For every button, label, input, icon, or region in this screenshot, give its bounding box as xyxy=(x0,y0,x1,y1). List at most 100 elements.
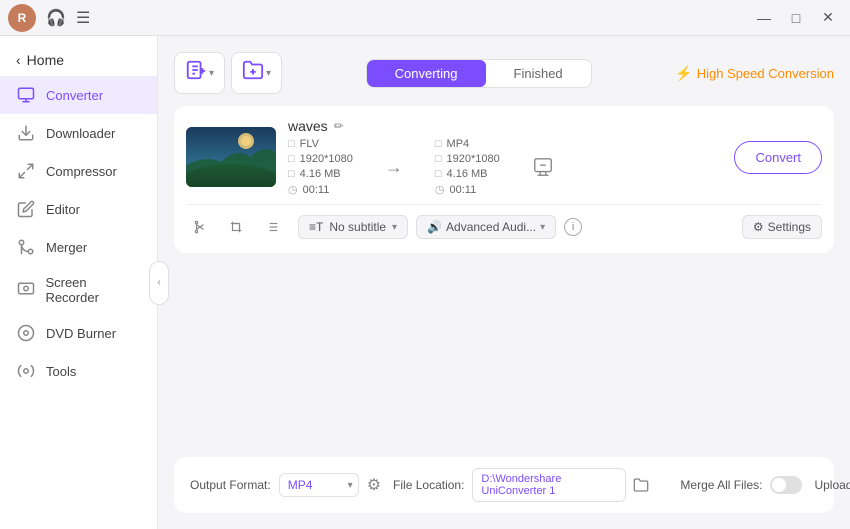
size-icon: □ xyxy=(288,168,295,180)
sidebar-item-screen-recorder[interactable]: Screen Recorder xyxy=(0,266,157,314)
sidebar-item-label: Compressor xyxy=(46,164,117,179)
file-name-row: waves ✏ xyxy=(288,118,722,134)
target-meta: □ MP4 □ 1920*1080 □ 4.16 MB xyxy=(435,138,500,196)
sidebar-item-tools[interactable]: Tools xyxy=(0,352,157,390)
titlebar-icons: R 🎧 ☰ xyxy=(8,4,90,32)
sidebar-collapse-button[interactable]: ‹ xyxy=(149,261,169,305)
target-format: MP4 xyxy=(447,138,470,150)
file-card: waves ✏ □ FLV □ 1920*1080 xyxy=(174,106,834,253)
source-resolution-row: □ 1920*1080 xyxy=(288,153,353,165)
browse-folder-button[interactable] xyxy=(630,472,652,498)
add-folder-button[interactable]: ▾ xyxy=(231,52,282,94)
audio-chevron-icon: ▾ xyxy=(540,222,545,233)
source-format-row: □ FLV xyxy=(288,138,353,150)
settings-label: Settings xyxy=(768,220,811,234)
audio-label: Advanced Audi... xyxy=(446,220,536,234)
subtitle-chevron-icon: ▾ xyxy=(392,222,397,233)
tools-icon xyxy=(16,361,36,381)
back-arrow-icon: ‹ xyxy=(16,52,21,68)
screen-recorder-icon xyxy=(16,280,35,300)
format-settings-icon[interactable] xyxy=(532,156,554,178)
sidebar: ‹ Home Converter Downloader Compressor xyxy=(0,36,158,529)
toolbar-center: Converting Finished xyxy=(292,59,665,88)
resolution-icon: □ xyxy=(288,153,295,165)
convert-button[interactable]: Convert xyxy=(734,141,822,174)
duration-icon: ◷ xyxy=(288,183,298,196)
audio-select[interactable]: 🔊 Advanced Audi... ▾ xyxy=(416,215,556,239)
merge-all-label: Merge All Files: xyxy=(680,478,762,492)
minimize-button[interactable]: — xyxy=(750,4,778,32)
sidebar-item-merger[interactable]: Merger xyxy=(0,228,157,266)
effects-icon-button[interactable] xyxy=(258,213,286,241)
sidebar-item-compressor[interactable]: Compressor xyxy=(0,152,157,190)
subtitle-label: No subtitle xyxy=(329,220,386,234)
maximize-button[interactable]: □ xyxy=(782,4,810,32)
file-name: waves xyxy=(288,118,328,134)
editor-icon xyxy=(16,199,36,219)
output-format-select-wrapper: MP4 MOV AVI MKV ▾ xyxy=(279,473,359,497)
upload-cloud-label: Upload to Cloud xyxy=(814,478,850,492)
tab-group: Converting Finished xyxy=(366,59,592,88)
settings-button[interactable]: ⚙ Settings xyxy=(742,215,822,239)
target-duration-row: ◷ 00:11 xyxy=(435,183,500,196)
file-location-field: File Location: D:\Wondershare UniConvert… xyxy=(393,468,652,502)
target-size-icon: □ xyxy=(435,168,442,180)
tab-finished[interactable]: Finished xyxy=(486,60,591,87)
bottom-bar: Output Format: MP4 MOV AVI MKV ▾ ⚙ File … xyxy=(174,457,834,513)
audio-icon: 🔊 xyxy=(427,220,442,234)
target-duration-icon: ◷ xyxy=(435,183,445,196)
crop-icon-button[interactable] xyxy=(222,213,250,241)
add-file-button[interactable]: ▾ xyxy=(174,52,225,94)
compressor-icon xyxy=(16,161,36,181)
add-file-icon xyxy=(185,59,207,87)
sidebar-item-label: Converter xyxy=(46,88,103,103)
target-size: 4.16 MB xyxy=(447,168,488,180)
subtitle-select[interactable]: ≡T No subtitle ▾ xyxy=(298,215,408,239)
main-content: ▾ ▾ Converting Finished ⚡ High Speed Con… xyxy=(158,36,850,529)
add-folder-icon xyxy=(242,59,264,87)
output-format-select[interactable]: MP4 MOV AVI MKV xyxy=(279,473,359,497)
sidebar-item-label: Merger xyxy=(46,240,87,255)
upload-cloud-field: Upload to Cloud xyxy=(814,475,850,496)
output-format-settings-button[interactable]: ⚙ xyxy=(367,475,381,495)
file-info: waves ✏ □ FLV □ 1920*1080 xyxy=(288,118,722,196)
merger-icon xyxy=(16,237,36,257)
merge-all-toggle[interactable] xyxy=(770,476,802,494)
target-duration: 00:11 xyxy=(450,184,477,196)
close-button[interactable]: ✕ xyxy=(814,4,842,32)
target-file-type-icon: □ xyxy=(435,138,442,150)
subtitle-icon: ≡T xyxy=(309,220,323,234)
source-size-row: □ 4.16 MB xyxy=(288,168,353,180)
menu-icon[interactable]: ☰ xyxy=(76,8,90,28)
sidebar-item-label: DVD Burner xyxy=(46,326,116,341)
tab-converting[interactable]: Converting xyxy=(367,60,486,87)
sidebar-back-button[interactable]: ‹ Home xyxy=(0,44,157,76)
support-icon: 🎧 xyxy=(42,4,70,32)
sidebar-home-label: Home xyxy=(27,52,64,68)
conversion-arrow-icon: → xyxy=(385,157,403,178)
sidebar-item-label: Downloader xyxy=(46,126,115,141)
converter-icon xyxy=(16,85,36,105)
app-body: ‹ Home Converter Downloader Compressor xyxy=(0,36,850,529)
dvd-burner-icon xyxy=(16,323,36,343)
file-actions: ≡T No subtitle ▾ 🔊 Advanced Audi... ▾ i … xyxy=(186,204,822,241)
target-resolution: 1920*1080 xyxy=(447,153,500,165)
sidebar-item-editor[interactable]: Editor xyxy=(0,190,157,228)
file-meta: □ FLV □ 1920*1080 □ 4.16 MB xyxy=(288,138,722,196)
sidebar-item-downloader[interactable]: Downloader xyxy=(0,114,157,152)
sidebar-item-dvd-burner[interactable]: DVD Burner xyxy=(0,314,157,352)
file-card-header: waves ✏ □ FLV □ 1920*1080 xyxy=(186,118,822,196)
target-size-row: □ 4.16 MB xyxy=(435,168,500,180)
merge-all-field: Merge All Files: xyxy=(680,476,802,494)
file-location-label: File Location: xyxy=(393,478,464,492)
target-resolution-row: □ 1920*1080 xyxy=(435,153,500,165)
add-folder-chevron: ▾ xyxy=(266,68,271,79)
source-resolution: 1920*1080 xyxy=(300,153,353,165)
sidebar-item-converter[interactable]: Converter xyxy=(0,76,157,114)
output-format-field: Output Format: MP4 MOV AVI MKV ▾ ⚙ xyxy=(190,473,381,497)
file-type-icon: □ xyxy=(288,138,295,150)
edit-filename-icon[interactable]: ✏ xyxy=(334,119,344,133)
cut-icon-button[interactable] xyxy=(186,213,214,241)
folder-path-display: D:\Wondershare UniConverter 1 xyxy=(472,468,626,502)
info-button[interactable]: i xyxy=(564,218,582,236)
